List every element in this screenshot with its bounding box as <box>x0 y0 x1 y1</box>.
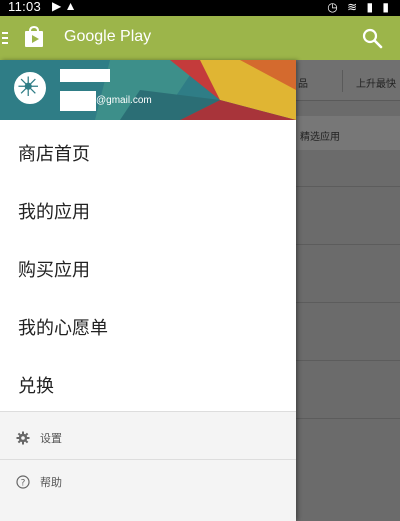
menu-item-label: 商店首页 <box>18 144 90 165</box>
menu-item-my-apps[interactable]: 我的应用 <box>0 180 296 238</box>
app-title: Google Play <box>64 28 152 45</box>
background-tab-2: 上升最快 <box>356 79 396 90</box>
drawer-toggle-icon[interactable] <box>2 32 8 44</box>
play-store-bag-icon[interactable] <box>22 25 46 49</box>
background-row-divider <box>296 186 400 187</box>
status-bar: 11:03 ▶ ▲ ◷ ≋ ▮ ▮ <box>0 0 400 16</box>
account-header[interactable]: @gmail.com <box>0 60 296 120</box>
help-icon: ? <box>16 475 30 489</box>
background-banner: 精选应用 <box>296 116 400 150</box>
menu-item-label: 兑换 <box>18 376 54 397</box>
menu-item-store-home[interactable]: 商店首页 <box>0 122 296 180</box>
menu-item-label: 我的心愿单 <box>18 318 108 339</box>
search-icon[interactable] <box>360 26 384 50</box>
email-redacted <box>60 91 96 111</box>
background-row-divider <box>296 244 400 245</box>
account-name-redacted <box>60 69 110 82</box>
background-tab-1: 品 <box>298 79 308 90</box>
background-row-divider <box>296 360 400 361</box>
background-row-divider <box>296 302 400 303</box>
app-bar: Google Play <box>0 16 400 60</box>
status-system-icons: ◷ ≋ ▮ ▮ <box>327 0 392 14</box>
gear-icon <box>16 431 30 445</box>
drawer-secondary-section: 设置 ? 帮助 <box>0 411 296 521</box>
account-email: @gmail.com <box>96 95 152 106</box>
svg-text:?: ? <box>21 479 26 489</box>
status-time: 11:03 <box>8 0 42 14</box>
menu-item-help[interactable]: ? 帮助 <box>0 460 296 504</box>
settings-label: 设置 <box>40 432 62 445</box>
menu-item-label: 购买应用 <box>18 260 90 281</box>
background-row-divider <box>296 418 400 419</box>
navigation-drawer: @gmail.com 商店首页 我的应用 购买应用 我的心愿单 兑换 设置 ? … <box>0 60 296 521</box>
background-tab-strip: 品 上升最快 <box>296 60 400 101</box>
avatar[interactable] <box>12 70 48 106</box>
status-notification-icons: ▶ ▲ <box>52 0 77 13</box>
tab-divider <box>342 70 343 92</box>
menu-item-redeem[interactable]: 兑换 <box>0 354 296 412</box>
menu-item-settings[interactable]: 设置 <box>0 416 296 460</box>
dimmed-page-content: 品 上升最快 精选应用 <box>296 60 400 521</box>
help-label: 帮助 <box>40 476 62 489</box>
menu-item-label: 我的应用 <box>18 202 90 223</box>
menu-item-buy-apps[interactable]: 购买应用 <box>0 238 296 296</box>
background-banner-label: 精选应用 <box>300 132 340 143</box>
menu-item-wishlist[interactable]: 我的心愿单 <box>0 296 296 354</box>
